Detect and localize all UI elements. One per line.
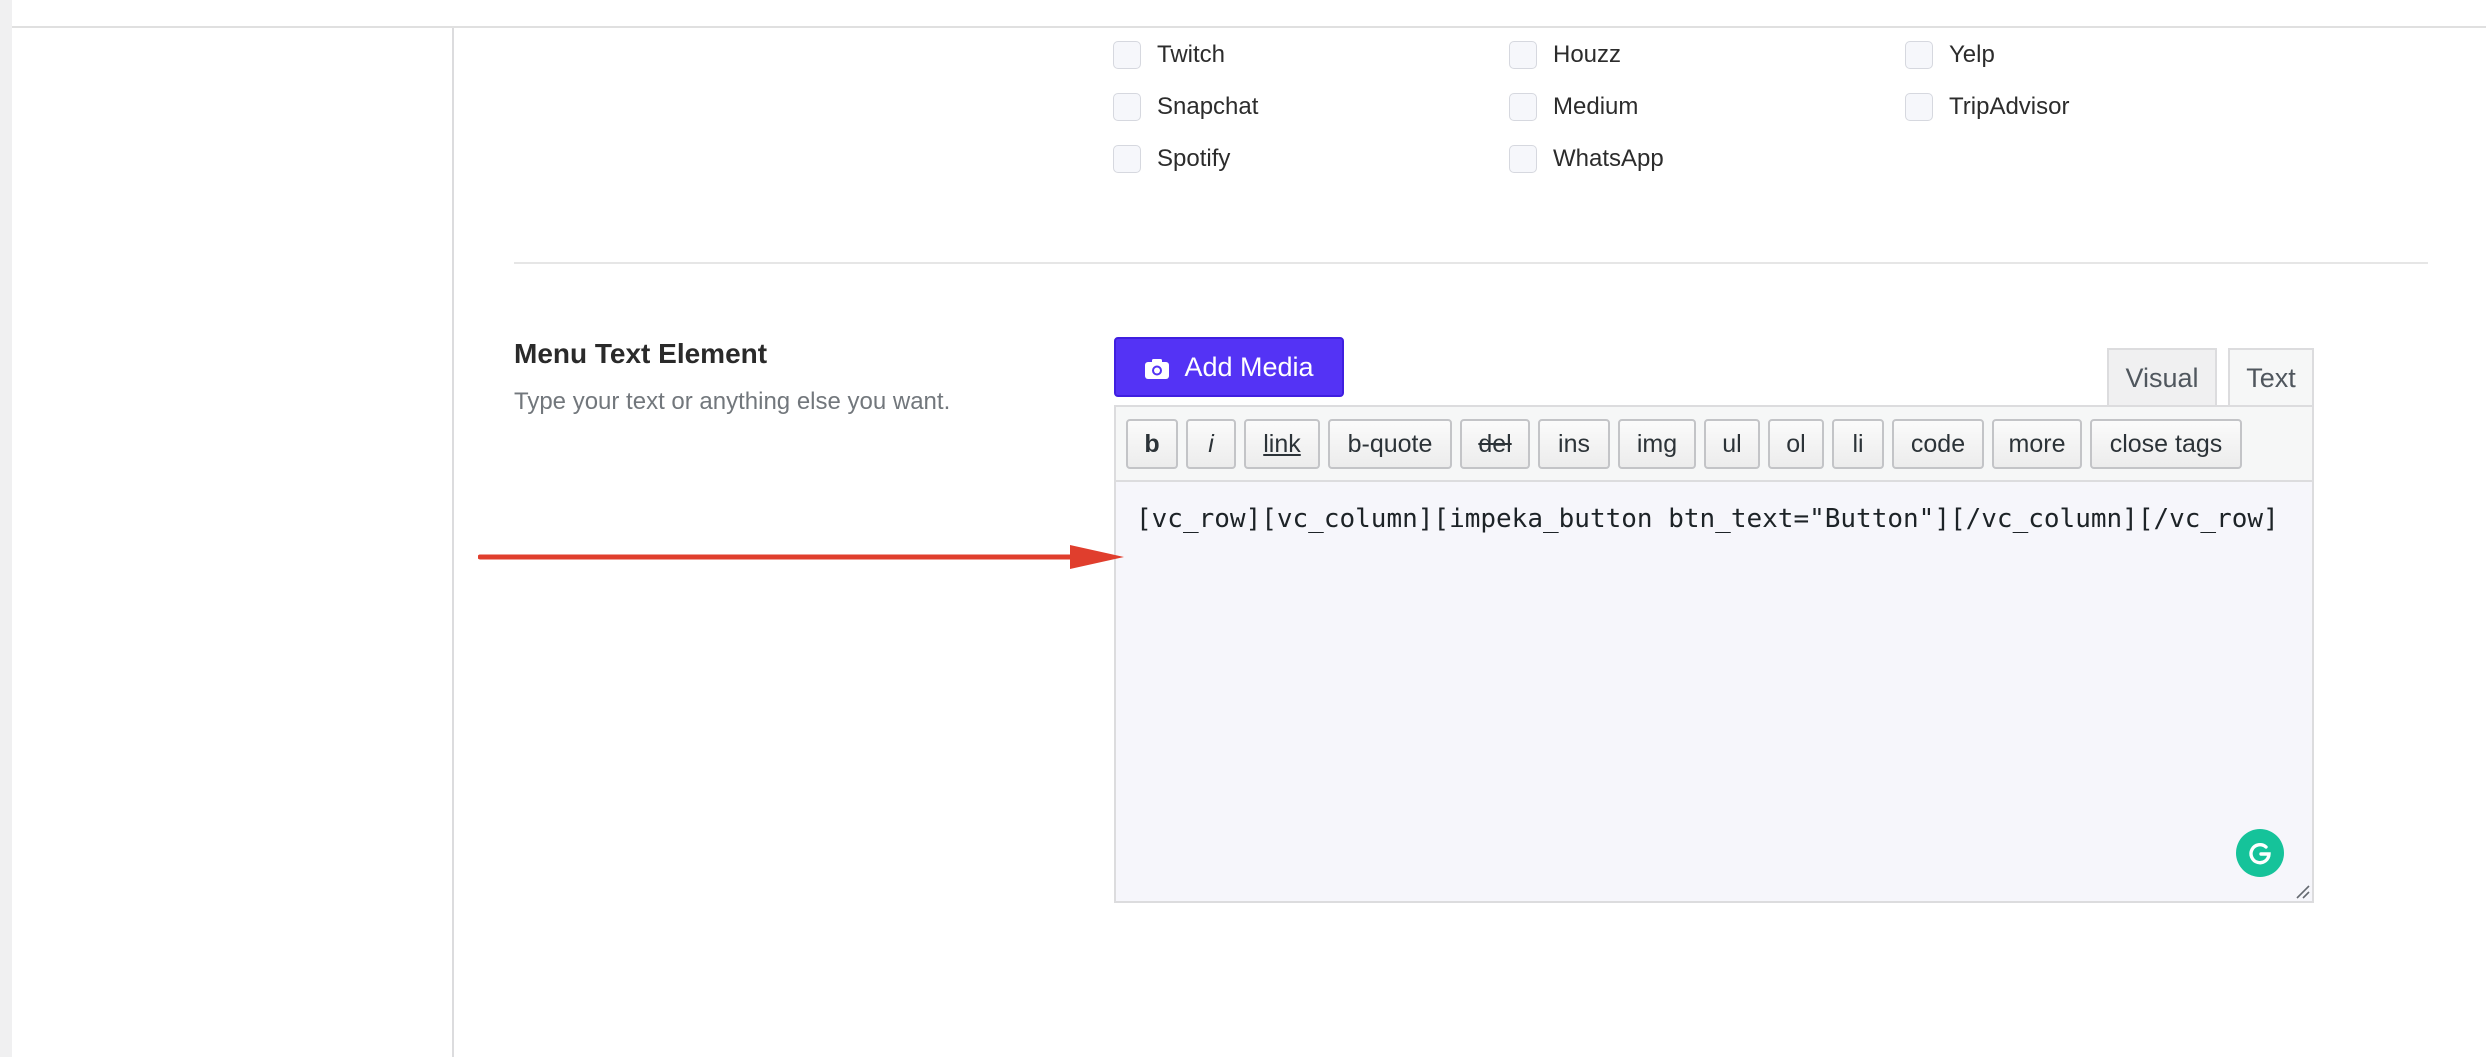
quicktags-toolbar: b i link b-quote del ins img ul ol li co… xyxy=(1116,407,2312,482)
resize-handle-icon[interactable] xyxy=(2294,883,2310,899)
social-option-whatsapp[interactable]: WhatsApp xyxy=(1509,142,1664,176)
italic-button[interactable]: i xyxy=(1186,419,1236,469)
social-option-yelp[interactable]: Yelp xyxy=(1905,38,1995,72)
checkbox[interactable] xyxy=(1113,41,1141,69)
ins-button[interactable]: ins xyxy=(1538,419,1610,469)
del-button[interactable]: del xyxy=(1460,419,1530,469)
social-label: Snapchat xyxy=(1157,93,1259,120)
add-media-label: Add Media xyxy=(1184,351,1314,382)
social-option-medium[interactable]: Medium xyxy=(1509,90,1638,124)
checkbox[interactable] xyxy=(1509,93,1537,121)
blockquote-button[interactable]: b-quote xyxy=(1328,419,1452,469)
social-option-twitch[interactable]: Twitch xyxy=(1113,38,1225,72)
img-button[interactable]: img xyxy=(1618,419,1696,469)
grammarly-icon[interactable] xyxy=(2236,829,2284,877)
bold-button[interactable]: b xyxy=(1126,419,1178,469)
social-label: TripAdvisor xyxy=(1949,93,2070,120)
more-button[interactable]: more xyxy=(1992,419,2082,469)
checkbox[interactable] xyxy=(1113,93,1141,121)
ol-button[interactable]: ol xyxy=(1768,419,1824,469)
checkbox[interactable] xyxy=(1113,145,1141,173)
social-option-snapchat[interactable]: Snapchat xyxy=(1113,90,1258,124)
camera-icon xyxy=(1144,356,1170,379)
social-networks-grid: Twitch Snapchat Spotify Houzz Medium Wha… xyxy=(1113,38,2113,188)
social-label: Yelp xyxy=(1949,41,1995,68)
top-bar xyxy=(12,0,2486,28)
li-button[interactable]: li xyxy=(1832,419,1884,469)
tab-text[interactable]: Text xyxy=(2228,348,2314,406)
code-button[interactable]: code xyxy=(1892,419,1984,469)
left-edge-strip xyxy=(0,0,12,1057)
text-editor: b i link b-quote del ins img ul ol li co… xyxy=(1114,405,2314,903)
social-label: Twitch xyxy=(1157,41,1226,68)
checkbox[interactable] xyxy=(1905,93,1933,121)
red-arrow-annotation xyxy=(478,545,1124,569)
social-option-spotify[interactable]: Spotify xyxy=(1113,142,1230,176)
checkbox[interactable] xyxy=(1905,41,1933,69)
ul-button[interactable]: ul xyxy=(1704,419,1760,469)
tab-visual[interactable]: Visual xyxy=(2107,348,2217,406)
social-label: Houzz xyxy=(1553,41,1622,68)
checkbox[interactable] xyxy=(1509,41,1537,69)
social-option-houzz[interactable]: Houzz xyxy=(1509,38,1621,72)
checkbox[interactable] xyxy=(1509,145,1537,173)
sidebar-divider xyxy=(452,28,454,1057)
add-media-button[interactable]: Add Media xyxy=(1114,337,1344,397)
section-divider xyxy=(514,262,2428,264)
close-tags-button[interactable]: close tags xyxy=(2090,419,2242,469)
section-description: Type your text or anything else you want… xyxy=(514,388,951,415)
social-label: Spotify xyxy=(1157,145,1231,172)
editor-textarea[interactable]: [vc_row][vc_column][impeka_button btn_te… xyxy=(1116,482,2312,901)
link-button[interactable]: link xyxy=(1244,419,1320,469)
section-title: Menu Text Element xyxy=(514,338,768,369)
social-option-tripadvisor[interactable]: TripAdvisor xyxy=(1905,90,2069,124)
social-label: WhatsApp xyxy=(1553,145,1664,172)
social-label: Medium xyxy=(1553,93,1639,120)
